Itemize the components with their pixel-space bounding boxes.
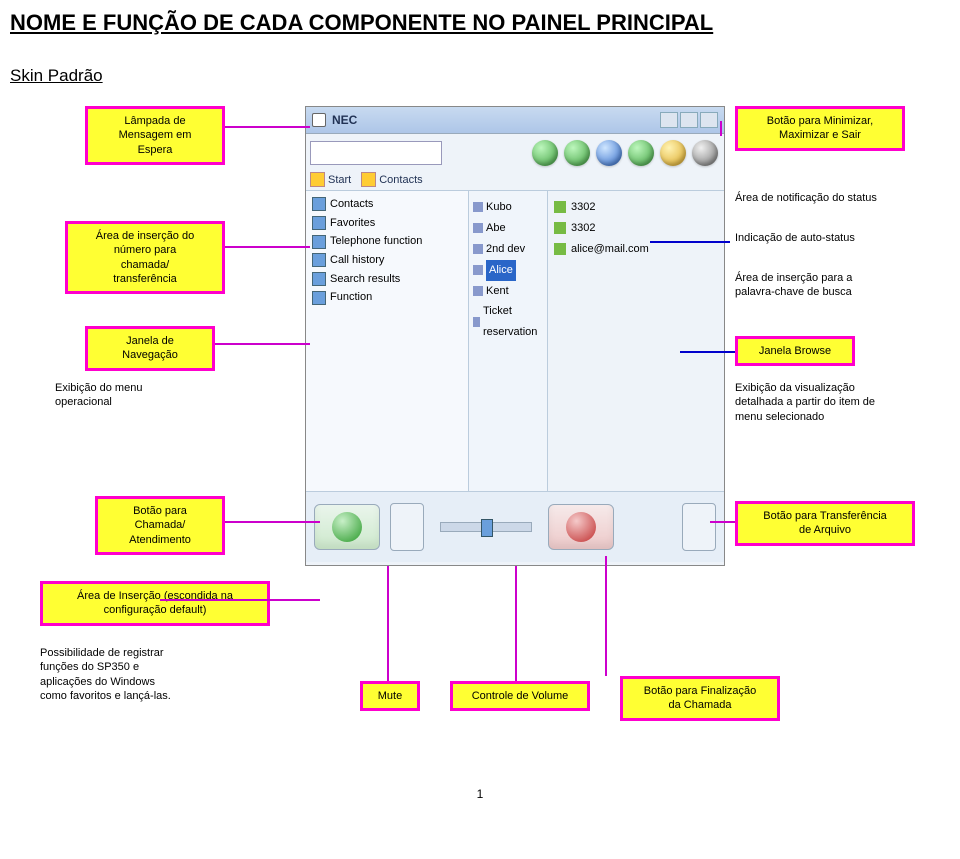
callout-lamp: Lâmpada deMensagem emEspera <box>85 106 225 165</box>
nav-item[interactable]: Telephone function <box>330 232 422 251</box>
callout-end-call: Botão para Finalizaçãoda Chamada <box>620 676 780 721</box>
nav-icon <box>312 235 326 249</box>
hangup-button[interactable] <box>548 504 614 550</box>
callout-kw-area: Área de inserção para apalavra-chave de … <box>735 271 920 300</box>
status-orbs <box>446 140 720 166</box>
detail-row: 3302 <box>571 218 595 239</box>
star-icon <box>310 172 325 187</box>
callout-status-area: Área de notificação do status <box>735 191 935 205</box>
control-bar <box>306 491 724 562</box>
detail-row: 3302 <box>571 197 595 218</box>
tab-contacts[interactable]: Contacts <box>379 174 422 186</box>
callout-nav-window: Janela deNavegação <box>85 326 215 371</box>
nav-icon <box>312 291 326 305</box>
callout-transfer-input: Área de inserção donúmero parachamada/tr… <box>65 221 225 294</box>
folder-icon <box>361 172 376 187</box>
detail-panel: 3302 3302 alice@mail.com <box>548 191 724 491</box>
contact-icon <box>473 317 480 327</box>
minimize-icon[interactable] <box>660 112 678 128</box>
window-buttons[interactable] <box>660 112 718 128</box>
nav-panel: Contacts Favorites Telephone function Ca… <box>306 191 469 491</box>
page-title: NOME E FUNÇÃO DE CADA COMPONENTE NO PAIN… <box>10 10 950 36</box>
status-orb-icon[interactable] <box>596 140 622 166</box>
volume-slider[interactable] <box>440 522 532 532</box>
contact-icon <box>473 202 483 212</box>
nav-icon <box>312 253 326 267</box>
dial-input[interactable] <box>310 141 442 165</box>
brand-text: NEC <box>332 113 357 127</box>
close-icon[interactable] <box>700 112 718 128</box>
browse-panel: Kubo Abe 2nd dev Alice Kent Ticket reser… <box>469 191 548 491</box>
list-item[interactable]: Kent <box>486 281 509 302</box>
diagram-canvas: NEC Start Contacts Contacts <box>10 101 950 801</box>
callout-browse-window: Janela Browse <box>735 336 855 366</box>
nav-icon <box>312 216 326 230</box>
list-item[interactable]: 2nd dev <box>486 239 525 260</box>
nav-item[interactable]: Call history <box>330 251 384 270</box>
list-item[interactable]: Ticket reservation <box>483 301 543 343</box>
skin-subtitle: Skin Padrão <box>10 66 950 86</box>
callout-mute: Mute <box>360 681 420 711</box>
nav-icon <box>312 197 326 211</box>
main-tabs[interactable]: Start Contacts <box>306 172 724 187</box>
phone-icon <box>554 201 566 213</box>
mail-icon <box>554 243 566 255</box>
file-transfer-button[interactable] <box>682 503 716 551</box>
titlebar: NEC <box>306 107 724 134</box>
list-item[interactable]: Alice <box>486 260 516 281</box>
callout-file-btn: Botão para Transferênciade Arquivo <box>735 501 915 546</box>
tab-start[interactable]: Start <box>328 174 351 186</box>
nav-item[interactable]: Function <box>330 288 372 307</box>
list-item[interactable]: Abe <box>486 218 506 239</box>
mute-button[interactable] <box>390 503 424 551</box>
contact-icon <box>473 223 483 233</box>
callout-detail-view: Exibição da visualizaçãodetalhada a part… <box>735 381 935 424</box>
app-screenshot: NEC Start Contacts Contacts <box>305 106 725 566</box>
callout-vol: Controle de Volume <box>450 681 590 711</box>
status-orb-icon[interactable] <box>692 140 718 166</box>
contact-icon <box>473 286 483 296</box>
contact-icon <box>473 265 483 275</box>
callout-hidden-input: Área de Inserção (escondida naconfiguraç… <box>40 581 270 626</box>
callout-minmax: Botão para Minimizar,Maximizar e Sair <box>735 106 905 151</box>
nav-item[interactable]: Contacts <box>330 195 373 214</box>
page-number: 1 <box>10 787 950 801</box>
im-icon <box>554 222 566 234</box>
message-lamp-icon <box>312 113 326 127</box>
status-orb-icon[interactable] <box>660 140 686 166</box>
status-orb-icon[interactable] <box>628 140 654 166</box>
status-orb-icon[interactable] <box>532 140 558 166</box>
callout-auto-status: Indicação de auto-status <box>735 231 905 245</box>
detail-row: alice@mail.com <box>571 239 649 260</box>
nav-item[interactable]: Favorites <box>330 214 375 233</box>
callout-op-menu: Exibição do menuoperacional <box>55 381 195 410</box>
maximize-icon[interactable] <box>680 112 698 128</box>
callout-call-btn: Botão paraChamada/Atendimento <box>95 496 225 555</box>
list-item[interactable]: Kubo <box>486 197 512 218</box>
contact-icon <box>473 244 483 254</box>
status-orb-icon[interactable] <box>564 140 590 166</box>
call-button[interactable] <box>314 504 380 550</box>
nav-icon <box>312 272 326 286</box>
nav-item[interactable]: Search results <box>330 270 400 289</box>
callout-favorites: Possibilidade de registrarfunções do SP3… <box>40 646 240 703</box>
